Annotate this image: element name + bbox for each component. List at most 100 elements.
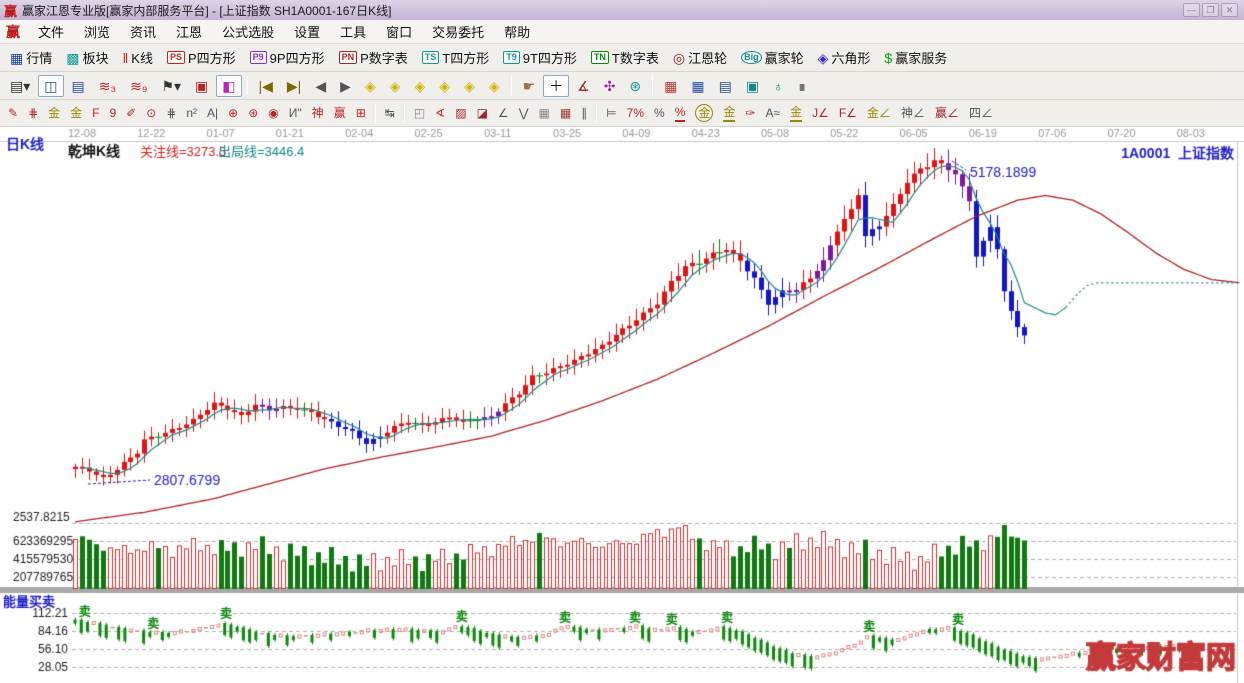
next-page-button[interactable]: ▶ — [334, 75, 357, 97]
wave-9-button[interactable]: ≋₉ — [124, 75, 153, 97]
menu-item-3[interactable]: 资讯 — [120, 20, 166, 43]
calculator-button[interactable]: ▦ — [685, 75, 710, 97]
first-page-button[interactable]: |◀ — [253, 75, 279, 97]
gann-arrow-horizontal-button[interactable]: ◈ — [408, 75, 431, 97]
report-button[interactable]: ▤ — [713, 75, 738, 97]
gann-arrow-left-button[interactable]: ◈ — [359, 75, 382, 97]
9p-square-button[interactable]: P9 9P四方形 — [244, 45, 331, 70]
hexagon-button[interactable]: ◈ 六角形 — [812, 45, 877, 70]
f-grid-tool[interactable]: F — [88, 103, 103, 123]
menu-item-7[interactable]: 工具 — [330, 20, 376, 43]
box-fan-tool[interactable]: ◪ — [473, 103, 492, 123]
save-button[interactable]: ▣ — [740, 75, 765, 97]
sectors-button[interactable]: ▩ 板块 — [60, 45, 114, 70]
gann-wheel-button[interactable]: ◎ 江恩轮 — [667, 45, 733, 70]
menu-item-9[interactable]: 交易委托 — [422, 20, 494, 43]
gann-symbols-button[interactable]: ✣ — [598, 75, 622, 97]
fan-lines-tool[interactable]: ∢ — [431, 103, 449, 123]
grid-block2-tool[interactable]: ▦ — [556, 103, 575, 123]
four-angle-tool[interactable]: 四∠ — [965, 103, 997, 123]
menu-item-6[interactable]: 设置 — [284, 20, 330, 43]
percent7-tool[interactable]: 7% — [623, 103, 648, 123]
prev-page-button[interactable]: ◀ — [309, 75, 332, 97]
shen-grid-tool[interactable]: 神 — [308, 103, 328, 123]
target-circle-tool[interactable]: ⊕ — [224, 103, 242, 123]
a-wave-tool[interactable]: A≈ — [761, 103, 784, 123]
note-button[interactable]: ▤ — [66, 75, 91, 97]
color-histogram-button[interactable]: ◧ — [216, 74, 242, 97]
close-button[interactable]: ✕ — [1221, 3, 1238, 17]
qiankun-frame-button[interactable]: ▣ — [189, 75, 214, 97]
gann-arrow-star-button[interactable]: ◈ — [433, 75, 456, 97]
kline-period-dropdown[interactable]: ▤▾ — [4, 75, 36, 97]
n-square-tool[interactable]: n² — [182, 103, 201, 123]
a-split-tool[interactable]: A| — [203, 103, 222, 123]
menu-item-4[interactable]: 江恩 — [166, 20, 212, 43]
menu-item-2[interactable]: 浏览 — [74, 20, 120, 43]
starburst-tool[interactable]: ⊛ — [244, 103, 262, 123]
ladder-tool[interactable]: ⊨ — [602, 103, 620, 123]
minimize-button[interactable]: — — [1183, 3, 1200, 17]
menu-item-1[interactable]: 文件 — [28, 20, 74, 43]
zigzag-tool[interactable]: ⋁ — [515, 103, 533, 123]
win-angle-tool[interactable]: 赢∠ — [931, 103, 963, 123]
t-square-button[interactable]: TS T四方形 — [416, 45, 495, 70]
gann-arrow-right-button[interactable]: ◈ — [384, 75, 407, 97]
angle-measure-button[interactable]: ∡ — [571, 75, 596, 97]
gann-arrow-cross-button[interactable]: ◈ — [458, 75, 481, 97]
j-angle-tool[interactable]: J∠ — [808, 103, 833, 123]
gold-grid2-tool[interactable]: 金 — [66, 103, 86, 123]
9t-square-button[interactable]: T9 9T四方形 — [497, 45, 583, 70]
trade-cart-button[interactable]: ∎ — [792, 75, 813, 97]
brush-tool[interactable]: ✎ — [4, 103, 22, 123]
winner-wheel-button[interactable]: Big 赢家轮 — [735, 45, 810, 70]
grid-tool[interactable]: ⋕ — [162, 103, 180, 123]
gold-circle-tool[interactable]: 金 — [691, 102, 717, 124]
width-measure-tool[interactable]: ↹ — [381, 103, 399, 123]
gann-arrow-compress-button[interactable]: ◈ — [483, 75, 506, 97]
kline-button[interactable]: ‖ K线 — [117, 45, 159, 70]
winner-service-button[interactable]: $ 赢家服务 — [878, 45, 953, 70]
gold-line-tool[interactable]: 金 — [719, 102, 739, 124]
calendar-button[interactable]: ▦ — [658, 75, 683, 97]
menu-item-8[interactable]: 窗口 — [376, 20, 422, 43]
p-square-button[interactable]: PS P四方形 — [161, 45, 242, 70]
quotes-button[interactable]: ▦ 行情 — [4, 45, 58, 70]
gold-angle-tool[interactable]: 金∠ — [863, 103, 895, 123]
export-web-button[interactable]: ♁ — [767, 75, 790, 97]
circle-grid-tool[interactable]: ◉ — [264, 103, 282, 123]
wave-3-button[interactable]: ≋₃ — [93, 75, 122, 97]
menu-item-5[interactable]: 公式选股 — [212, 20, 284, 43]
circle-five-tool[interactable]: ⊙ — [142, 103, 160, 123]
chart-canvas[interactable] — [0, 127, 1244, 683]
f-angle-tool[interactable]: F∠ — [835, 103, 861, 123]
p-number-table-button[interactable]: PN P数字表 — [333, 45, 414, 70]
grid-block-tool[interactable]: ▦ — [535, 103, 554, 123]
win-grid-tool[interactable]: 赢 — [330, 103, 350, 123]
t-number-table-button[interactable]: TN T数字表 — [585, 45, 665, 70]
ruler-tool[interactable]: ⊞ — [352, 103, 370, 123]
marker-brush-tool[interactable]: ✐ — [122, 103, 140, 123]
last-page-button[interactable]: ▶| — [281, 75, 307, 97]
parallel-lines-tool[interactable]: ∥ — [577, 103, 591, 123]
gold-underline-tool[interactable]: 金 — [786, 102, 806, 124]
crosshair-button[interactable]: ＋ — [543, 74, 570, 97]
nine-turn-tool[interactable]: 9 — [106, 103, 121, 123]
angle-lines-tool[interactable]: ∠ — [494, 103, 513, 123]
flag-dropdown[interactable]: ⚑▾ — [155, 75, 187, 97]
multi-window-button[interactable]: ◫ — [38, 74, 64, 97]
wave-mark-tool[interactable]: И" — [285, 103, 306, 123]
tally-grid-tool[interactable]: ⋕ — [24, 103, 42, 123]
ink-brush-tool[interactable]: ✑ — [741, 103, 759, 123]
gold-grid-tool[interactable]: 金 — [44, 103, 64, 123]
maximize-button[interactable]: ❐ — [1202, 3, 1219, 17]
sectors-button-icon: ▩ — [66, 49, 80, 66]
fan-box-tool[interactable]: ▨ — [451, 103, 470, 123]
percent-line-tool[interactable]: % — [671, 102, 690, 124]
box-line-tool[interactable]: ◰ — [410, 103, 429, 123]
percent-tool[interactable]: % — [650, 103, 669, 123]
shen-angle-tool[interactable]: 神∠ — [897, 103, 929, 123]
menu-item-10[interactable]: 帮助 — [494, 20, 540, 43]
hand-drag-button[interactable]: ☛ — [517, 75, 542, 97]
chanlun-button[interactable]: ⊛ — [623, 75, 647, 97]
